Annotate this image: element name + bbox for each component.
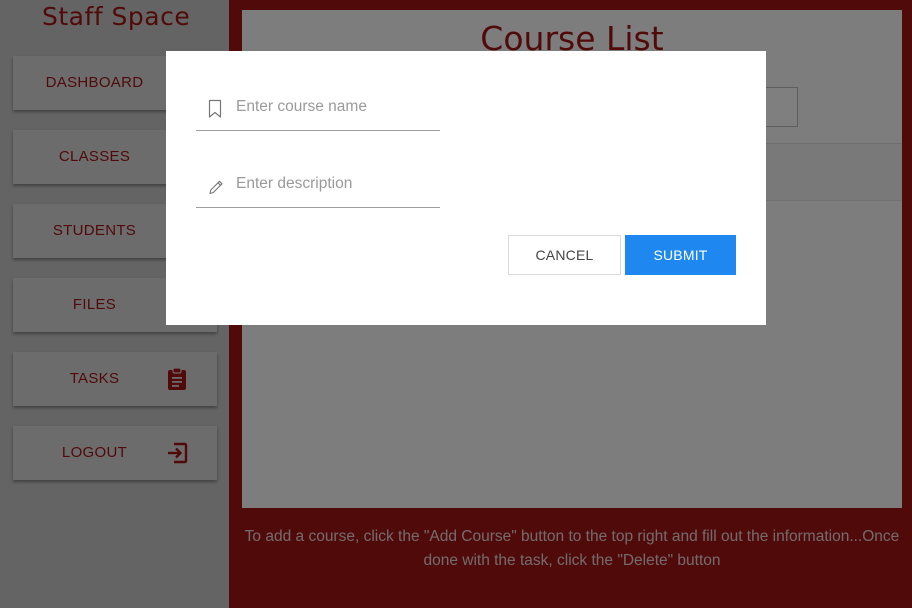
course-name-field xyxy=(196,90,440,131)
submit-button[interactable]: SUBMIT xyxy=(625,235,736,275)
pencil-icon xyxy=(209,180,223,195)
add-course-dialog: CANCEL SUBMIT xyxy=(166,51,766,325)
bookmark-icon xyxy=(208,99,222,118)
cancel-button[interactable]: CANCEL xyxy=(508,235,621,275)
description-input[interactable] xyxy=(236,167,436,201)
course-name-input[interactable] xyxy=(236,90,436,124)
description-field xyxy=(196,167,440,208)
